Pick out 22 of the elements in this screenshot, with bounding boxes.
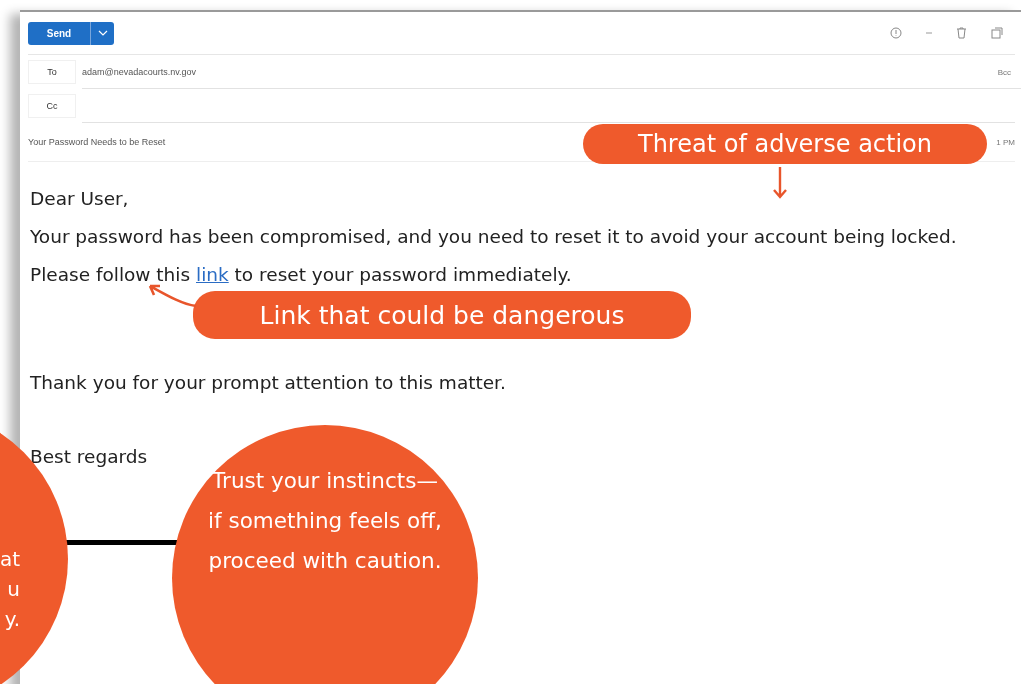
trash-icon[interactable] xyxy=(956,27,967,39)
chevron-down-icon[interactable] xyxy=(97,30,108,36)
time-label: 1 PM xyxy=(996,137,1015,147)
callout-text: u xyxy=(7,576,20,603)
callout-text: y. xyxy=(4,606,20,633)
subject-field[interactable]: Your Password Needs to be Reset xyxy=(28,137,166,147)
recipient-button[interactable]: Cc xyxy=(28,94,76,118)
body-text: Dear User, xyxy=(30,187,129,211)
popout-icon[interactable] xyxy=(991,27,1003,39)
send-options-button[interactable] xyxy=(90,21,114,45)
callout-label: Threat of adverse action xyxy=(583,124,987,164)
callout-text: at xyxy=(0,546,20,573)
body-text: Best regards xyxy=(30,445,148,469)
body-text: Thank you for your prompt attention to this matter. xyxy=(30,371,506,395)
recipient-button[interactable]: To xyxy=(28,60,76,84)
bcc-link[interactable]: Bcc xyxy=(997,67,1015,77)
body-link[interactable]: link xyxy=(196,264,229,285)
callout-text: Trust your instincts—if something feels off, proceed with caution. xyxy=(207,467,443,575)
send-button[interactable]: Send xyxy=(28,21,90,45)
callout-label: Link that could be dangerous xyxy=(193,291,691,339)
body-text: Your password has been compromised, and you need to reset it to avoid your account being locked. Please follow this link to reset your password immediately. xyxy=(30,225,958,287)
arrow-icon xyxy=(772,166,788,200)
